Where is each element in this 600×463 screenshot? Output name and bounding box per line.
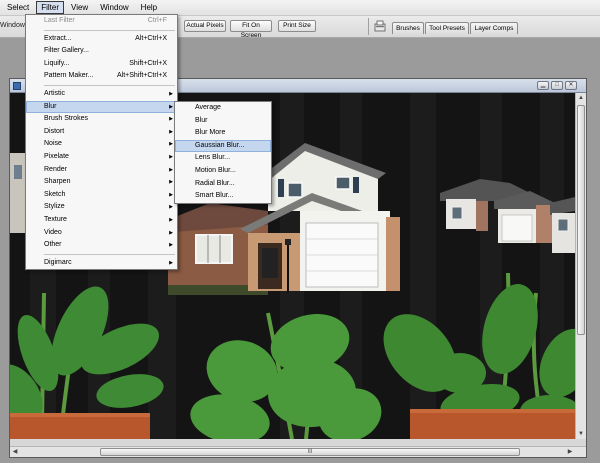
tab-tool-presets[interactable]: Tool Presets: [425, 22, 469, 34]
submenu-arrow-icon: ▶: [169, 153, 173, 160]
menu-select[interactable]: Select: [2, 1, 34, 14]
menu-item-stylize[interactable]: Stylize ▶: [26, 201, 177, 214]
blur-item-motion-blur[interactable]: Motion Blur...: [175, 165, 271, 178]
menu-filter[interactable]: Filter: [36, 1, 65, 14]
menu-item-filter-gallery[interactable]: Filter Gallery...: [26, 45, 177, 58]
horizontal-scrollbar[interactable]: ◀ III ▶: [10, 446, 586, 457]
menu-help[interactable]: Help: [136, 1, 162, 14]
menu-item-texture[interactable]: Texture ▶: [26, 214, 177, 227]
horizontal-scroll-thumb[interactable]: III: [100, 448, 520, 456]
submenu-arrow-icon: ▶: [169, 166, 173, 173]
menu-separator: [44, 29, 175, 31]
maximize-icon[interactable]: □: [551, 81, 563, 90]
blur-item-radial-blur[interactable]: Radial Blur...: [175, 178, 271, 191]
options-separator: [368, 18, 369, 35]
menu-item-video[interactable]: Video ▶: [26, 227, 177, 240]
fit-on-screen-button[interactable]: Fit On Screen: [230, 20, 272, 39]
menu-view[interactable]: View: [66, 1, 93, 14]
minimize-icon[interactable]: ▁: [537, 81, 549, 90]
menu-item-sketch[interactable]: Sketch ▶: [26, 189, 177, 202]
menu-item-brush-strokes[interactable]: Brush Strokes ▶: [26, 113, 177, 126]
blur-item-lens-blur[interactable]: Lens Blur...: [175, 152, 271, 165]
vertical-scroll-thumb[interactable]: [577, 105, 585, 335]
submenu-arrow-icon: ▶: [169, 191, 173, 198]
scroll-grip: III: [307, 449, 313, 455]
tab-brushes[interactable]: Brushes: [392, 22, 424, 34]
menu-item-last-filter: Last Filter Ctrl+F: [44, 17, 167, 24]
actual-pixels-button[interactable]: Actual Pixels: [184, 20, 226, 32]
menu-item-digimarc[interactable]: Digimarc ▶: [26, 257, 177, 270]
blur-item-smart-blur[interactable]: Smart Blur...: [175, 190, 271, 203]
menu-item-distort[interactable]: Distort ▶: [26, 126, 177, 139]
submenu-arrow-icon: ▶: [169, 229, 173, 236]
menu-item-noise[interactable]: Noise ▶: [26, 138, 177, 151]
scroll-down-icon[interactable]: ▼: [576, 429, 586, 439]
menu-separator: [44, 84, 175, 86]
filter-menu: Last Filter Ctrl+F Extract... Alt+Ctrl+X…: [25, 14, 178, 271]
close-icon[interactable]: ✕: [565, 81, 577, 90]
submenu-arrow-icon: ▶: [169, 90, 173, 97]
blur-item-blur[interactable]: Blur: [175, 115, 271, 128]
menu-item-pixelate[interactable]: Pixelate ▶: [26, 151, 177, 164]
menu-item-artistic[interactable]: Artistic ▶: [26, 88, 177, 101]
submenu-arrow-icon: ▶: [169, 116, 173, 123]
scroll-up-icon[interactable]: ▲: [576, 93, 586, 103]
scroll-left-icon[interactable]: ◀: [10, 447, 20, 457]
vertical-scrollbar[interactable]: ▲ ▼: [575, 93, 586, 439]
submenu-arrow-icon: ▶: [169, 216, 173, 223]
menu-item-blur[interactable]: Blur ▶: [26, 100, 177, 114]
blur-item-gaussian-blur[interactable]: Gaussian Blur...: [175, 139, 271, 153]
print-size-button[interactable]: Print Size: [278, 20, 316, 32]
submenu-arrow-icon: ▶: [169, 128, 173, 135]
tab-layer-comps[interactable]: Layer Comps: [470, 22, 518, 34]
submenu-arrow-icon: ▶: [169, 259, 173, 266]
submenu-arrow-icon: ▶: [169, 141, 173, 148]
blur-item-average[interactable]: Average: [175, 102, 271, 115]
menu-separator: [44, 253, 175, 255]
submenu-arrow-icon: ▶: [169, 204, 173, 211]
menu-item-other[interactable]: Other ▶: [26, 239, 177, 252]
photoshop-document-icon: [13, 82, 21, 90]
scroll-right-icon[interactable]: ▶: [565, 447, 575, 457]
options-truncated-label: Window: [0, 22, 25, 29]
blur-submenu: Average Blur Blur More Gaussian Blur... …: [174, 101, 272, 204]
blur-item-blur-more[interactable]: Blur More: [175, 127, 271, 140]
submenu-arrow-icon: ▶: [169, 242, 173, 249]
submenu-arrow-icon: ▶: [169, 179, 173, 186]
menu-item-extract[interactable]: Extract... Alt+Ctrl+X: [26, 33, 177, 46]
submenu-arrow-icon: ▶: [169, 103, 173, 110]
workspace-icon[interactable]: [374, 20, 386, 32]
menu-item-render[interactable]: Render ▶: [26, 164, 177, 177]
menu-item-sharpen[interactable]: Sharpen ▶: [26, 176, 177, 189]
menu-item-pattern-maker[interactable]: Pattern Maker... Alt+Shift+Ctrl+X: [26, 70, 177, 83]
menu-window[interactable]: Window: [95, 1, 133, 14]
menu-item-liquify[interactable]: Liquify... Shift+Ctrl+X: [26, 58, 177, 71]
